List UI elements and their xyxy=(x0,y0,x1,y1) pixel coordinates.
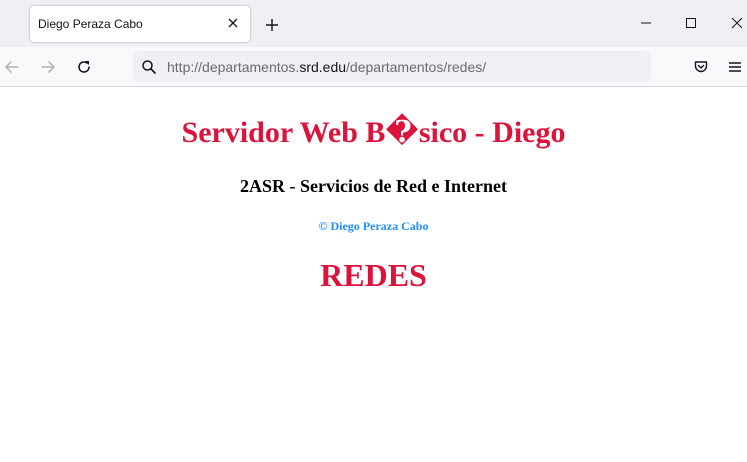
browser-window: Diego Peraza Cabo http://departamentos.s… xyxy=(0,0,747,462)
search-icon xyxy=(142,60,156,74)
page-content: Servidor Web B�sico - Diego 2ASR - Servi… xyxy=(0,87,747,462)
hamburger-menu-icon[interactable] xyxy=(727,59,743,75)
tab-title: Diego Peraza Cabo xyxy=(38,17,143,31)
section-heading: REDES xyxy=(320,257,427,293)
tab-strip: Diego Peraza Cabo xyxy=(0,0,747,47)
maximize-icon[interactable] xyxy=(685,17,697,29)
copyright-text: © Diego Peraza Cabo xyxy=(318,219,429,233)
url-scheme: http:// xyxy=(167,59,203,75)
arrow-left-icon[interactable] xyxy=(4,59,20,75)
plus-icon[interactable] xyxy=(264,17,280,33)
tab-active[interactable]: Diego Peraza Cabo xyxy=(30,6,250,42)
url-subdomain: departamentos. xyxy=(202,59,300,75)
url-bar[interactable]: http://departamentos.srd.edu/departament… xyxy=(133,51,651,82)
navigation-toolbar: http://departamentos.srd.edu/departament… xyxy=(0,47,747,87)
close-window-icon[interactable] xyxy=(731,17,743,29)
url-path: /departamentos/redes/ xyxy=(346,59,487,75)
reload-icon[interactable] xyxy=(76,59,92,75)
close-icon[interactable] xyxy=(226,16,240,30)
page-title: Servidor Web B�sico - Diego xyxy=(181,116,566,149)
minimize-icon[interactable] xyxy=(640,17,652,29)
page-subtitle: 2ASR - Servicios de Red e Internet xyxy=(240,176,507,196)
arrow-right-icon[interactable] xyxy=(40,59,56,75)
url-host: srd.edu xyxy=(299,59,347,75)
pocket-icon[interactable] xyxy=(693,59,709,75)
url-text: http://departamentos.srd.edu/departament… xyxy=(167,59,486,75)
